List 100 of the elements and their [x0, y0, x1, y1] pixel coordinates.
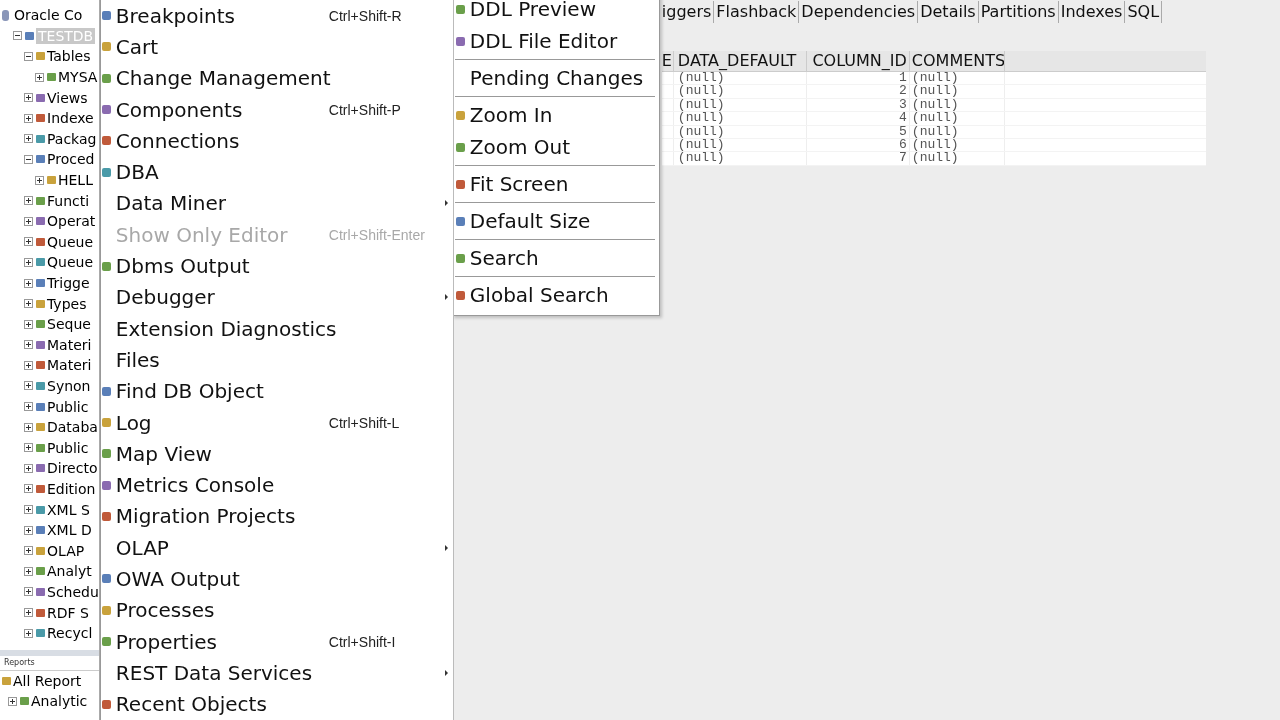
tree-item[interactable]: Seque [47, 316, 91, 333]
tree-item[interactable]: Tables [47, 48, 91, 65]
tree-item[interactable]: Proced [47, 151, 95, 168]
menu-item[interactable]: DDL File Editor [469, 29, 659, 53]
menu-item[interactable]: Dbms Output [115, 254, 329, 278]
tree-item[interactable]: MYSA [58, 69, 98, 86]
tree-item[interactable]: Functi [47, 192, 90, 209]
tree-item[interactable]: Packag [47, 130, 97, 147]
menu-item[interactable]: Processes [115, 598, 329, 623]
menu-item[interactable]: Properties [115, 629, 329, 654]
expand-icon[interactable] [24, 628, 33, 638]
menu-item[interactable]: Recent Objects [115, 692, 329, 717]
tree-item[interactable]: Public [47, 439, 89, 456]
tree-item[interactable]: Databa [47, 419, 98, 436]
menu-item[interactable]: Log [115, 410, 329, 435]
menu-item[interactable]: Breakpoints [115, 3, 329, 28]
expand-icon[interactable] [24, 278, 33, 288]
tree-item[interactable]: XML S [47, 501, 90, 518]
menu-item[interactable]: Map View [115, 441, 329, 466]
expand-icon[interactable] [24, 340, 33, 350]
tree-item[interactable]: Edition [47, 480, 96, 497]
menu-item[interactable]: Global Search [469, 283, 659, 307]
expand-icon[interactable] [24, 134, 33, 144]
tree-item[interactable]: Materi [47, 357, 92, 374]
tree-item[interactable]: Queue [47, 233, 93, 250]
expand-icon[interactable] [24, 113, 33, 123]
menu-item[interactable]: Zoom In [469, 103, 659, 127]
collapse-icon[interactable] [24, 154, 33, 164]
menu-item[interactable]: Metrics Console [115, 473, 329, 498]
menu-item[interactable]: Fit Screen [469, 172, 659, 196]
expand-icon[interactable] [24, 299, 33, 309]
menu-item[interactable]: Zoom Out [469, 135, 659, 159]
expand-icon[interactable] [35, 175, 44, 185]
tree-item[interactable]: Synon [47, 378, 91, 394]
expand-icon[interactable] [24, 443, 33, 453]
tab[interactable]: Details [918, 1, 979, 23]
tree-item[interactable]: Recycl [47, 625, 93, 642]
tree-item[interactable]: Views [47, 89, 88, 106]
expand-icon[interactable] [35, 72, 44, 82]
tree-item[interactable]: Types [47, 295, 87, 312]
menu-item[interactable]: Cart [115, 34, 329, 59]
expand-icon[interactable] [24, 319, 33, 329]
column-header[interactable]: COMMENTS [909, 51, 1005, 71]
menu-item[interactable]: Connections [115, 128, 329, 153]
menu-item[interactable]: Debugger [115, 285, 329, 310]
menu-item[interactable]: Extension Diagnostics [115, 316, 337, 341]
tab[interactable]: Dependencies [799, 1, 919, 23]
menu-item[interactable]: DDL Preview [469, 0, 659, 21]
tree-item[interactable]: Public [47, 398, 89, 415]
column-header[interactable]: DATA_DEFAULT [673, 51, 807, 71]
column-header[interactable]: COLUMN_ID [806, 51, 910, 71]
tree-item[interactable]: Queue [47, 254, 93, 271]
expand-icon[interactable] [24, 546, 33, 556]
tree-item[interactable]: HELL [58, 172, 93, 189]
expand-icon[interactable] [24, 422, 33, 432]
tree-item[interactable]: Schedu [47, 583, 99, 600]
tree-item[interactable]: Indexe [47, 110, 94, 127]
tree-item[interactable]: Operat [47, 213, 96, 230]
menu-item[interactable]: Migration Projects [115, 504, 329, 529]
collapse-icon[interactable] [13, 31, 22, 41]
expand-icon[interactable] [24, 463, 33, 473]
menu-item[interactable]: Change Management [115, 66, 331, 91]
menu-item[interactable]: Find DB Object [115, 379, 329, 404]
menu-item[interactable]: OLAP [115, 535, 329, 560]
menu-item[interactable]: Files [115, 347, 329, 372]
tree-item[interactable]: Analyt [47, 563, 92, 580]
expand-icon[interactable] [24, 237, 33, 247]
menu-item[interactable]: Default Size [469, 209, 659, 233]
tab[interactable]: Partitions [978, 1, 1059, 23]
column-header[interactable]: E [661, 51, 674, 71]
tree-item[interactable]: Materi [47, 336, 92, 353]
tree-item[interactable]: Analytic [31, 693, 88, 709]
menu-item[interactable]: Pending Changes [469, 66, 659, 90]
expand-icon[interactable] [24, 257, 33, 267]
expand-icon[interactable] [8, 696, 17, 706]
expand-icon[interactable] [24, 402, 33, 412]
tab[interactable]: SQL [1125, 1, 1163, 23]
collapse-icon[interactable] [24, 52, 33, 61]
expand-icon[interactable] [24, 381, 33, 391]
expand-icon[interactable] [24, 216, 33, 226]
tree-item[interactable]: XML D [47, 522, 92, 539]
expand-icon[interactable] [24, 196, 33, 206]
expand-icon[interactable] [24, 608, 33, 617]
expand-icon[interactable] [24, 505, 33, 515]
tree-item[interactable]: Trigge [47, 275, 90, 291]
expand-icon[interactable] [24, 484, 33, 494]
expand-icon[interactable] [24, 525, 33, 535]
expand-icon[interactable] [24, 566, 33, 576]
menu-item[interactable]: Data Miner [115, 191, 329, 216]
menu-item[interactable]: Search [469, 246, 659, 270]
tree-item[interactable]: All Report [13, 673, 82, 689]
expand-icon[interactable] [24, 587, 33, 597]
expand-icon[interactable] [24, 93, 33, 103]
tab[interactable]: Flashback [714, 1, 800, 23]
tree-item[interactable]: Oracle Co [14, 7, 83, 24]
menu-item[interactable]: DBA [115, 160, 329, 185]
expand-icon[interactable] [24, 360, 33, 370]
menu-item[interactable]: Components [115, 97, 329, 122]
tree-item[interactable]: RDF S [47, 604, 89, 621]
tree-item[interactable]: Directo [47, 460, 98, 477]
